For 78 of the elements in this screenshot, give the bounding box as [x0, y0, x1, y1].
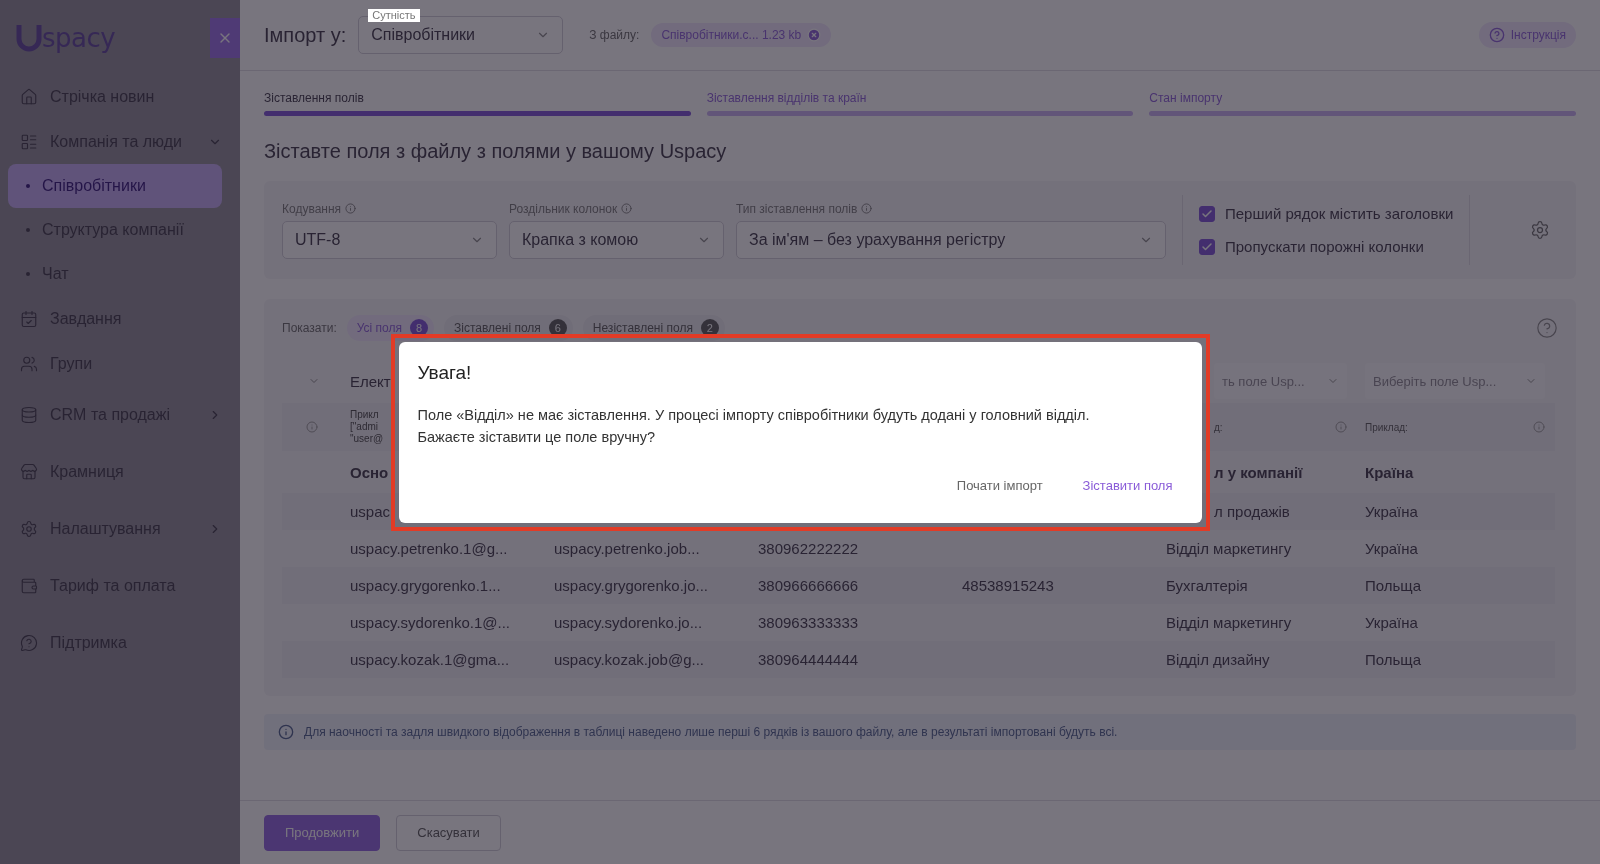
filter-label: Показати:	[282, 321, 337, 335]
table-cell: Бухгалтерія	[1166, 577, 1248, 594]
table-cell: Україна	[1365, 540, 1418, 557]
table-cell: uspacy.grygorenko.jo...	[554, 577, 708, 594]
info-icon	[621, 203, 633, 214]
table-cell: Відділ дизайну	[1166, 651, 1270, 668]
dialog-message: Бажаєте зіставити це поле вручну?	[417, 427, 657, 447]
start-import-button[interactable]: Почати імпорт	[946, 471, 1053, 499]
section-heading: Зіставте поля з файлу з полями у вашому Uspacy	[264, 140, 728, 163]
table-cell: uspacy.sydorenko.jo...	[554, 614, 703, 631]
example-text: ["admi	[350, 421, 379, 433]
store-icon	[20, 462, 38, 481]
checkbox[interactable]	[1199, 238, 1215, 255]
step-tab[interactable]: Стан імпорту	[1149, 87, 1576, 116]
table-cell: л продажів	[1214, 503, 1290, 520]
help-icon	[1488, 27, 1505, 43]
dialog-title: Увага!	[417, 361, 473, 384]
checkbox-label: Перший рядок містить заголовки	[1225, 205, 1454, 222]
example-text: "user@	[350, 433, 384, 445]
list-icon	[20, 132, 38, 151]
settings-icon	[20, 519, 38, 538]
nav-subitem[interactable]: Співробітники	[8, 164, 222, 208]
step-tab[interactable]: Зіставлення полів	[264, 87, 691, 116]
check-icon	[1201, 207, 1213, 220]
table-cell: uspacy.kozak.job@g...	[554, 651, 705, 668]
dropdown[interactable]: Крапка з комою	[509, 220, 724, 259]
help-chat-icon	[20, 633, 38, 652]
wallet-icon	[20, 576, 38, 595]
table-cell: Україна	[1365, 503, 1418, 520]
table-cell: uspacy.kozak.1@gma...	[350, 651, 510, 668]
calendar-icon	[20, 309, 38, 328]
example-text: Прикл	[350, 409, 380, 421]
gear-icon	[1530, 220, 1550, 240]
table-cell: Елект	[350, 372, 391, 390]
table-cell: Відділ маркетингу	[1166, 540, 1292, 557]
checkbox[interactable]	[1199, 205, 1215, 222]
table-cell: uspacy.petrenko.job...	[554, 540, 700, 557]
dropdown[interactable]: За ім'ям – без урахування регістру	[736, 220, 1166, 259]
example-label: д:	[1214, 421, 1223, 433]
column-header: л у компанії	[1214, 463, 1303, 481]
step-tab[interactable]: Зіставлення відділів та країн	[706, 87, 1134, 116]
remove-icon[interactable]	[807, 28, 822, 42]
column-header: Осно	[350, 463, 389, 481]
dialog-message: Поле «Відділ» не має зіставлення. У процесі імпорту співробітники будуть додані у головний відділ.	[417, 405, 1091, 425]
map-fields-button[interactable]: Зіставити поля	[1072, 471, 1183, 499]
close-button[interactable]	[210, 18, 240, 58]
table-cell: uspacy.sydorenko.1@...	[350, 614, 511, 631]
note-text: Для наочності та задля швидкого відображення в таблиці наведено лише перші 6 рядків із вашого файлу, але в результаті імпортовані будуть всі.	[304, 725, 1118, 739]
column-header: Країна	[1365, 463, 1414, 481]
help-icon[interactable]	[1536, 317, 1558, 339]
table-cell: uspac	[350, 503, 391, 520]
info-icon	[345, 203, 357, 214]
database-icon	[20, 405, 38, 424]
table-cell: 380964444444	[758, 651, 859, 668]
table-cell: Україна	[1365, 614, 1418, 631]
file-label: З файлу:	[589, 28, 640, 42]
checkbox-label: Пропускати порожні колонки	[1225, 238, 1424, 255]
table-cell: uspacy.petrenko.1@g...	[350, 540, 508, 557]
info-icon	[278, 724, 294, 740]
table-cell: 380962222222	[758, 540, 859, 557]
table-cell: 380966666666	[758, 577, 859, 594]
users-icon	[20, 354, 38, 373]
dropdown[interactable]: UTF-8	[282, 220, 497, 259]
info-icon	[861, 203, 873, 214]
table-cell: 380963333333	[758, 614, 859, 631]
table-cell: 48538915243	[962, 577, 1054, 594]
check-icon	[1201, 240, 1213, 253]
cancel-button[interactable]: Скасувати	[396, 814, 501, 851]
home-icon	[20, 87, 38, 106]
example-label: Приклад:	[1365, 421, 1408, 433]
info-icon	[1335, 421, 1347, 433]
table-cell: Польща	[1365, 651, 1422, 668]
page-title: Імпорт у:	[264, 23, 347, 47]
table-cell: Польща	[1365, 577, 1422, 594]
table-cell: uspacy.grygorenko.1...	[350, 577, 501, 594]
info-icon	[306, 421, 318, 433]
table-cell: Відділ маркетингу	[1166, 614, 1292, 631]
info-icon	[1533, 421, 1545, 433]
